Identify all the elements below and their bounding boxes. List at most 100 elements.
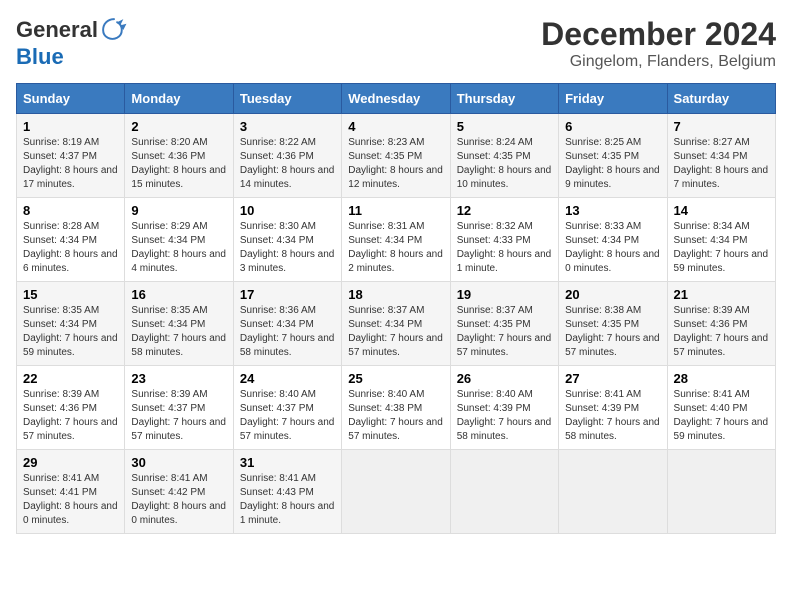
calendar-week-4: 22 Sunrise: 8:39 AM Sunset: 4:36 PM Dayl…	[17, 366, 776, 450]
calendar-week-5: 29 Sunrise: 8:41 AM Sunset: 4:41 PM Dayl…	[17, 450, 776, 534]
logo: General Blue	[16, 16, 128, 70]
calendar-cell	[559, 450, 667, 534]
page-header: General Blue December 2024 Gingelom, Fla…	[16, 16, 776, 71]
day-info: Sunrise: 8:40 AM Sunset: 4:38 PM Dayligh…	[348, 388, 443, 444]
calendar-cell: 15 Sunrise: 8:35 AM Sunset: 4:34 PM Dayl…	[17, 282, 125, 366]
calendar-cell: 9 Sunrise: 8:29 AM Sunset: 4:34 PM Dayli…	[125, 198, 233, 282]
day-info: Sunrise: 8:31 AM Sunset: 4:34 PM Dayligh…	[348, 220, 443, 276]
calendar-cell: 2 Sunrise: 8:20 AM Sunset: 4:36 PM Dayli…	[125, 114, 233, 198]
day-number: 30	[131, 455, 226, 470]
day-number: 27	[565, 371, 660, 386]
calendar-cell: 30 Sunrise: 8:41 AM Sunset: 4:42 PM Dayl…	[125, 450, 233, 534]
day-number: 31	[240, 455, 335, 470]
day-info: Sunrise: 8:39 AM Sunset: 4:37 PM Dayligh…	[131, 388, 226, 444]
day-info: Sunrise: 8:28 AM Sunset: 4:34 PM Dayligh…	[23, 220, 118, 276]
day-number: 22	[23, 371, 118, 386]
day-info: Sunrise: 8:38 AM Sunset: 4:35 PM Dayligh…	[565, 304, 660, 360]
day-info: Sunrise: 8:20 AM Sunset: 4:36 PM Dayligh…	[131, 136, 226, 192]
day-number: 16	[131, 287, 226, 302]
column-header-friday: Friday	[559, 84, 667, 114]
day-number: 11	[348, 203, 443, 218]
day-number: 25	[348, 371, 443, 386]
calendar-cell: 29 Sunrise: 8:41 AM Sunset: 4:41 PM Dayl…	[17, 450, 125, 534]
day-number: 9	[131, 203, 226, 218]
day-info: Sunrise: 8:41 AM Sunset: 4:41 PM Dayligh…	[23, 472, 118, 528]
day-number: 18	[348, 287, 443, 302]
day-number: 6	[565, 119, 660, 134]
calendar-cell: 17 Sunrise: 8:36 AM Sunset: 4:34 PM Dayl…	[233, 282, 341, 366]
logo-blue: Blue	[16, 44, 64, 70]
calendar-cell: 10 Sunrise: 8:30 AM Sunset: 4:34 PM Dayl…	[233, 198, 341, 282]
calendar-cell: 25 Sunrise: 8:40 AM Sunset: 4:38 PM Dayl…	[342, 366, 450, 450]
calendar-cell: 4 Sunrise: 8:23 AM Sunset: 4:35 PM Dayli…	[342, 114, 450, 198]
calendar-cell: 6 Sunrise: 8:25 AM Sunset: 4:35 PM Dayli…	[559, 114, 667, 198]
calendar-header-row: SundayMondayTuesdayWednesdayThursdayFrid…	[17, 84, 776, 114]
calendar-cell: 11 Sunrise: 8:31 AM Sunset: 4:34 PM Dayl…	[342, 198, 450, 282]
calendar-week-1: 1 Sunrise: 8:19 AM Sunset: 4:37 PM Dayli…	[17, 114, 776, 198]
column-header-saturday: Saturday	[667, 84, 775, 114]
calendar-cell	[667, 450, 775, 534]
calendar-cell: 26 Sunrise: 8:40 AM Sunset: 4:39 PM Dayl…	[450, 366, 558, 450]
calendar-cell: 27 Sunrise: 8:41 AM Sunset: 4:39 PM Dayl…	[559, 366, 667, 450]
calendar-cell: 5 Sunrise: 8:24 AM Sunset: 4:35 PM Dayli…	[450, 114, 558, 198]
day-number: 26	[457, 371, 552, 386]
calendar-cell: 21 Sunrise: 8:39 AM Sunset: 4:36 PM Dayl…	[667, 282, 775, 366]
day-number: 3	[240, 119, 335, 134]
calendar-cell: 8 Sunrise: 8:28 AM Sunset: 4:34 PM Dayli…	[17, 198, 125, 282]
day-number: 15	[23, 287, 118, 302]
column-header-thursday: Thursday	[450, 84, 558, 114]
day-number: 17	[240, 287, 335, 302]
day-number: 19	[457, 287, 552, 302]
column-header-wednesday: Wednesday	[342, 84, 450, 114]
calendar-cell: 31 Sunrise: 8:41 AM Sunset: 4:43 PM Dayl…	[233, 450, 341, 534]
day-info: Sunrise: 8:35 AM Sunset: 4:34 PM Dayligh…	[23, 304, 118, 360]
calendar-cell: 20 Sunrise: 8:38 AM Sunset: 4:35 PM Dayl…	[559, 282, 667, 366]
day-number: 14	[674, 203, 769, 218]
logo-bird-icon	[100, 16, 128, 44]
day-number: 7	[674, 119, 769, 134]
day-info: Sunrise: 8:41 AM Sunset: 4:42 PM Dayligh…	[131, 472, 226, 528]
day-number: 28	[674, 371, 769, 386]
calendar-cell: 7 Sunrise: 8:27 AM Sunset: 4:34 PM Dayli…	[667, 114, 775, 198]
day-info: Sunrise: 8:35 AM Sunset: 4:34 PM Dayligh…	[131, 304, 226, 360]
day-number: 10	[240, 203, 335, 218]
calendar-cell	[342, 450, 450, 534]
calendar-week-3: 15 Sunrise: 8:35 AM Sunset: 4:34 PM Dayl…	[17, 282, 776, 366]
title-block: December 2024 Gingelom, Flanders, Belgiu…	[541, 16, 776, 71]
month-title: December 2024	[541, 16, 776, 53]
calendar-table: SundayMondayTuesdayWednesdayThursdayFrid…	[16, 83, 776, 534]
day-info: Sunrise: 8:33 AM Sunset: 4:34 PM Dayligh…	[565, 220, 660, 276]
calendar-cell: 12 Sunrise: 8:32 AM Sunset: 4:33 PM Dayl…	[450, 198, 558, 282]
day-info: Sunrise: 8:19 AM Sunset: 4:37 PM Dayligh…	[23, 136, 118, 192]
day-info: Sunrise: 8:41 AM Sunset: 4:39 PM Dayligh…	[565, 388, 660, 444]
day-number: 24	[240, 371, 335, 386]
calendar-cell: 16 Sunrise: 8:35 AM Sunset: 4:34 PM Dayl…	[125, 282, 233, 366]
day-info: Sunrise: 8:22 AM Sunset: 4:36 PM Dayligh…	[240, 136, 335, 192]
calendar-cell: 22 Sunrise: 8:39 AM Sunset: 4:36 PM Dayl…	[17, 366, 125, 450]
day-number: 1	[23, 119, 118, 134]
day-number: 23	[131, 371, 226, 386]
calendar-cell: 13 Sunrise: 8:33 AM Sunset: 4:34 PM Dayl…	[559, 198, 667, 282]
day-number: 12	[457, 203, 552, 218]
day-info: Sunrise: 8:23 AM Sunset: 4:35 PM Dayligh…	[348, 136, 443, 192]
day-info: Sunrise: 8:32 AM Sunset: 4:33 PM Dayligh…	[457, 220, 552, 276]
column-header-tuesday: Tuesday	[233, 84, 341, 114]
day-number: 13	[565, 203, 660, 218]
calendar-cell: 18 Sunrise: 8:37 AM Sunset: 4:34 PM Dayl…	[342, 282, 450, 366]
column-header-sunday: Sunday	[17, 84, 125, 114]
day-number: 4	[348, 119, 443, 134]
calendar-cell: 19 Sunrise: 8:37 AM Sunset: 4:35 PM Dayl…	[450, 282, 558, 366]
day-info: Sunrise: 8:29 AM Sunset: 4:34 PM Dayligh…	[131, 220, 226, 276]
day-info: Sunrise: 8:39 AM Sunset: 4:36 PM Dayligh…	[23, 388, 118, 444]
day-number: 8	[23, 203, 118, 218]
day-info: Sunrise: 8:25 AM Sunset: 4:35 PM Dayligh…	[565, 136, 660, 192]
calendar-cell: 14 Sunrise: 8:34 AM Sunset: 4:34 PM Dayl…	[667, 198, 775, 282]
day-info: Sunrise: 8:24 AM Sunset: 4:35 PM Dayligh…	[457, 136, 552, 192]
day-info: Sunrise: 8:37 AM Sunset: 4:35 PM Dayligh…	[457, 304, 552, 360]
day-info: Sunrise: 8:27 AM Sunset: 4:34 PM Dayligh…	[674, 136, 769, 192]
logo-general: General	[16, 17, 98, 43]
day-info: Sunrise: 8:37 AM Sunset: 4:34 PM Dayligh…	[348, 304, 443, 360]
calendar-cell: 1 Sunrise: 8:19 AM Sunset: 4:37 PM Dayli…	[17, 114, 125, 198]
day-number: 21	[674, 287, 769, 302]
day-info: Sunrise: 8:36 AM Sunset: 4:34 PM Dayligh…	[240, 304, 335, 360]
